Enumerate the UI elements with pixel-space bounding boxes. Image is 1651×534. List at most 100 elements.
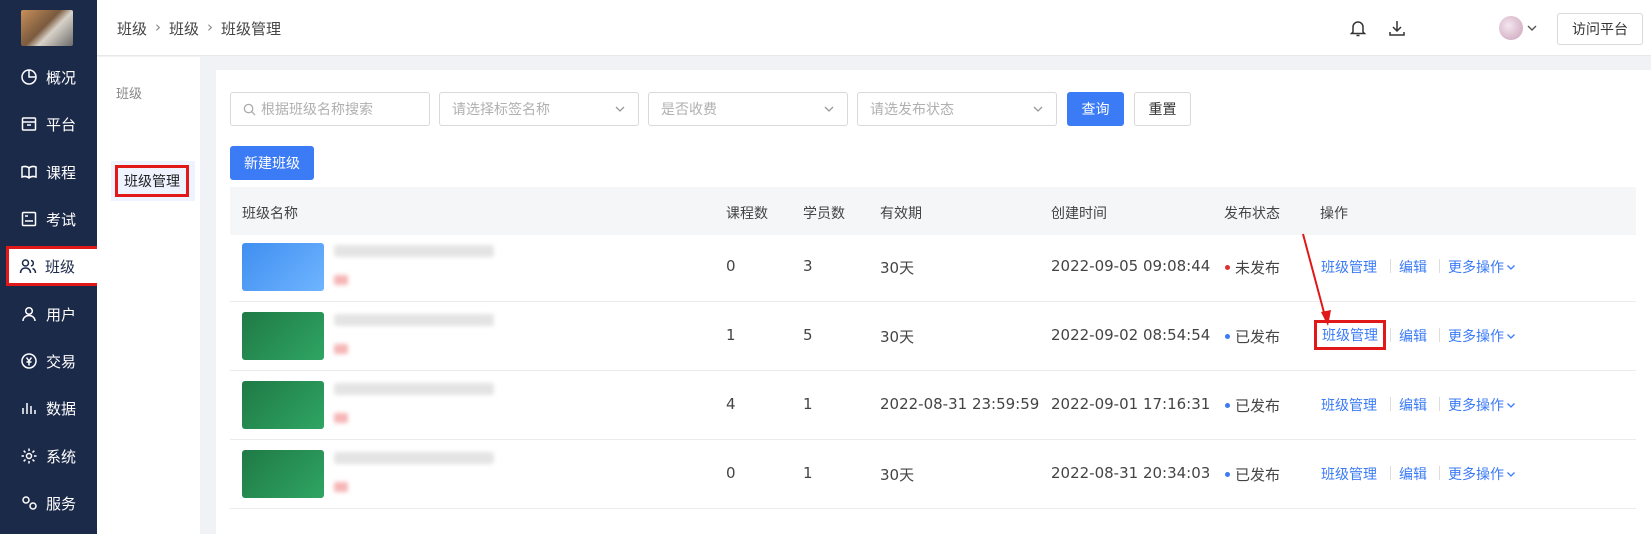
status-select[interactable]: 请选发布状态	[857, 92, 1057, 126]
sidebar-item[interactable]: 用户	[8, 294, 101, 334]
query-button[interactable]: 查询	[1067, 92, 1124, 126]
reset-button[interactable]: 重置	[1134, 92, 1191, 126]
exam-icon	[20, 210, 38, 228]
bell-icon[interactable]	[1348, 18, 1368, 38]
more-actions-link[interactable]: 更多操作	[1448, 326, 1516, 346]
class-name-blurred[interactable]	[334, 383, 494, 395]
new-class-button[interactable]: 新建班级	[230, 146, 314, 180]
class-name-blurred[interactable]	[334, 452, 494, 464]
breadcrumb-item[interactable]: 班级	[117, 18, 147, 39]
validity: 30天	[880, 328, 915, 346]
avatar[interactable]	[1499, 16, 1523, 40]
column-header: 创建时间	[1051, 206, 1107, 222]
fee-select[interactable]: 是否收费	[648, 92, 848, 126]
class-manage-link[interactable]: 班级管理	[1321, 257, 1377, 277]
column-header: 课程数	[726, 206, 768, 222]
more-actions-label: 更多操作	[1448, 329, 1504, 345]
sidebar-item-label: 用户	[46, 305, 77, 324]
download-icon[interactable]	[1387, 18, 1407, 38]
status-badge: 已发布	[1225, 326, 1280, 347]
action-divider	[1439, 259, 1440, 273]
breadcrumb-item[interactable]: 班级	[169, 18, 199, 39]
sidebar-item[interactable]: 班级	[6, 246, 101, 286]
service-icon	[20, 494, 38, 512]
search-input[interactable]: 根据班级名称搜索	[230, 92, 430, 126]
created-time: 2022-09-05 09:08:44	[1051, 257, 1211, 275]
student-count: 5	[803, 326, 813, 344]
status-dot-icon	[1225, 265, 1230, 270]
class-thumbnail[interactable]	[242, 450, 324, 498]
sidebar-item-label: 课程	[46, 163, 77, 182]
tag-select[interactable]: 请选择标签名称	[439, 92, 639, 126]
sidebar-item[interactable]: 数据	[8, 388, 101, 428]
main-panel: 根据班级名称搜索 请选择标签名称 是否收费 请选发布状态 查询 重置 新建班级 …	[216, 70, 1651, 534]
status-text: 未发布	[1235, 259, 1281, 277]
sub-navigation: 班级 班级管理	[97, 57, 200, 534]
sidebar-item[interactable]: 课程	[8, 152, 101, 192]
action-divider	[1439, 328, 1440, 342]
status-text: 已发布	[1235, 397, 1281, 415]
status-badge: 未发布	[1225, 257, 1280, 278]
breadcrumb-separator-icon: ›	[155, 18, 162, 36]
column-header: 发布状态	[1224, 206, 1280, 222]
class-name-blurred[interactable]	[334, 245, 494, 257]
course-count: 1	[726, 326, 736, 344]
sidebar-item[interactable]: 系统	[8, 436, 101, 476]
storefront-icon	[20, 115, 38, 133]
class-price-blurred	[334, 275, 348, 285]
sidebar-item[interactable]: 考试	[8, 199, 101, 239]
sidebar-item-label: 交易	[46, 352, 77, 371]
table-row: 0 3 30天 2022-09-05 09:08:44 未发布 班级管理 编辑 …	[230, 233, 1636, 302]
more-actions-link[interactable]: 更多操作	[1448, 464, 1516, 484]
bar-chart-icon	[20, 399, 38, 417]
class-thumbnail[interactable]	[242, 312, 324, 360]
logo[interactable]	[21, 10, 73, 46]
breadcrumb-item-current: 班级管理	[221, 20, 282, 38]
created-time: 2022-09-01 17:16:31	[1051, 395, 1211, 413]
more-actions-link[interactable]: 更多操作	[1448, 395, 1516, 415]
fee-select-placeholder: 是否收费	[661, 102, 717, 118]
table-header: 班级名称 课程数 学员数 有效期 创建时间 发布状态 操作	[230, 187, 1636, 235]
class-manage-link[interactable]: 班级管理	[1321, 464, 1377, 484]
sidebar-item-label: 考试	[46, 210, 77, 229]
table-row: 4 1 2022-08-31 23:59:59 2022-09-01 17:16…	[230, 371, 1636, 440]
user-icon	[20, 305, 38, 323]
sidebar: 概况平台课程考试班级用户交易数据系统服务	[0, 0, 101, 534]
class-name-blurred[interactable]	[334, 314, 494, 326]
chevron-down-icon[interactable]	[1526, 22, 1538, 34]
column-header: 学员数	[803, 206, 845, 222]
action-divider	[1390, 259, 1391, 273]
class-thumbnail[interactable]	[242, 243, 324, 291]
status-text: 已发布	[1235, 466, 1281, 484]
sidebar-item-label: 服务	[46, 494, 77, 513]
edit-link[interactable]: 编辑	[1399, 464, 1427, 484]
status-text: 已发布	[1235, 328, 1281, 346]
class-thumbnail[interactable]	[242, 381, 324, 429]
book-icon	[20, 163, 38, 181]
sidebar-item[interactable]: 交易	[8, 341, 101, 381]
action-divider	[1390, 397, 1391, 411]
edit-link[interactable]: 编辑	[1399, 395, 1427, 415]
validity: 30天	[880, 259, 915, 277]
sidebar-item[interactable]: 服务	[8, 483, 101, 523]
edit-link[interactable]: 编辑	[1399, 326, 1427, 346]
sidebar-item[interactable]: 概况	[8, 57, 101, 97]
validity: 2022-08-31 23:59:59	[880, 395, 1040, 413]
subnav-item-class-management[interactable]: 班级管理	[115, 165, 189, 197]
more-actions-link[interactable]: 更多操作	[1448, 257, 1516, 277]
edit-link[interactable]: 编辑	[1399, 257, 1427, 277]
class-manage-link[interactable]: 班级管理	[1321, 395, 1377, 415]
sidebar-item[interactable]: 平台	[8, 104, 101, 144]
visit-platform-button[interactable]: 访问平台	[1557, 13, 1643, 45]
status-dot-icon	[1225, 334, 1230, 339]
chevron-down-icon	[1507, 334, 1515, 339]
sidebar-item-label: 班级	[45, 257, 76, 276]
course-count: 0	[726, 257, 736, 275]
class-price-blurred	[334, 413, 348, 423]
sidebar-item-label: 平台	[46, 115, 77, 134]
class-manage-link[interactable]: 班级管理	[1314, 320, 1386, 350]
table-row: 0 1 30天 2022-08-31 20:34:03 已发布 班级管理 编辑 …	[230, 440, 1636, 509]
student-count: 1	[803, 395, 813, 413]
action-divider	[1390, 328, 1391, 342]
more-actions-label: 更多操作	[1448, 398, 1504, 414]
